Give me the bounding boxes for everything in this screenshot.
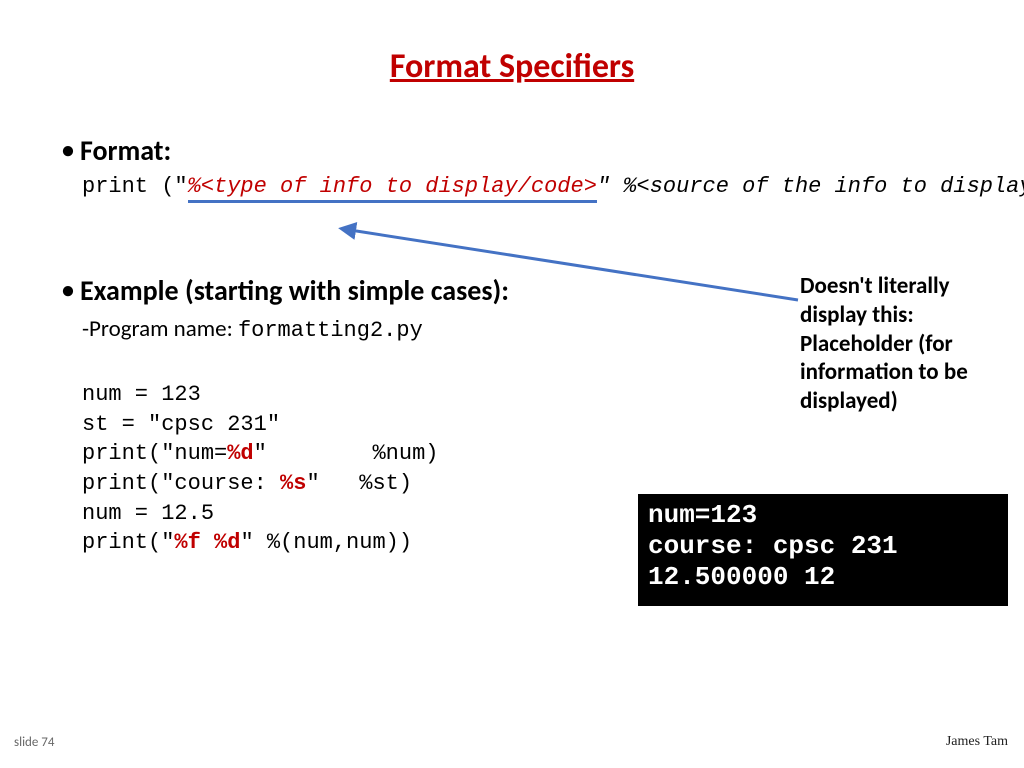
program-name-line: -Program name: formatting2.py (82, 315, 423, 343)
term-l1: num=123 (648, 500, 757, 530)
slide-title: Format Specifiers (0, 46, 1024, 87)
code-l6b: %f %d (174, 530, 240, 555)
heading-example-text: Example (starting with simple cases): (80, 273, 509, 308)
term-l3: 12.500000 12 (648, 562, 835, 592)
slide: Format Specifiers •Format: print ("%<typ… (0, 0, 1024, 768)
program-name-file: formatting2.py (238, 318, 423, 343)
fmt-placeholder: %<type of info to display/code> (188, 174, 597, 203)
term-l2: course: cpsc 231 (648, 531, 898, 561)
slide-number: slide 74 (14, 735, 54, 750)
bullet-icon: • (62, 136, 74, 165)
code-l6a: print(" (82, 530, 174, 555)
fmt-mid: " %< (597, 174, 650, 199)
fmt-pre: print (" (82, 174, 188, 199)
heading-format: •Format: (62, 133, 171, 168)
heading-example: •Example (starting with simple cases): (62, 273, 509, 308)
bullet-icon: • (62, 276, 74, 305)
code-l3a: print("num= (82, 441, 227, 466)
code-l6c: " %(num,num)) (240, 530, 412, 555)
code-l3b: %d (227, 441, 253, 466)
code-l5: num = 12.5 (82, 501, 214, 526)
code-l4b: %s (280, 471, 306, 496)
code-l3c: " %num) (254, 441, 439, 466)
code-l4c: " %st) (306, 471, 412, 496)
code-l4a: print("course: (82, 471, 280, 496)
code-l1: num = 123 (82, 382, 201, 407)
terminal-output: num=123 course: cpsc 231 12.500000 12 (638, 494, 1008, 606)
program-name-prefix: -Program name: (82, 315, 238, 343)
heading-format-text: Format: (80, 133, 171, 168)
code-block: num = 123 st = "cpsc 231" print("num=%d"… (82, 380, 438, 558)
code-l2: st = "cpsc 231" (82, 412, 280, 437)
fmt-source: source of the info to display (650, 174, 1024, 199)
format-syntax: print ("%<type of info to display/code>"… (82, 173, 922, 201)
author-name: James Tam (946, 734, 1008, 750)
annotation-callout: Doesn't literally display this: Placehol… (800, 272, 1000, 416)
